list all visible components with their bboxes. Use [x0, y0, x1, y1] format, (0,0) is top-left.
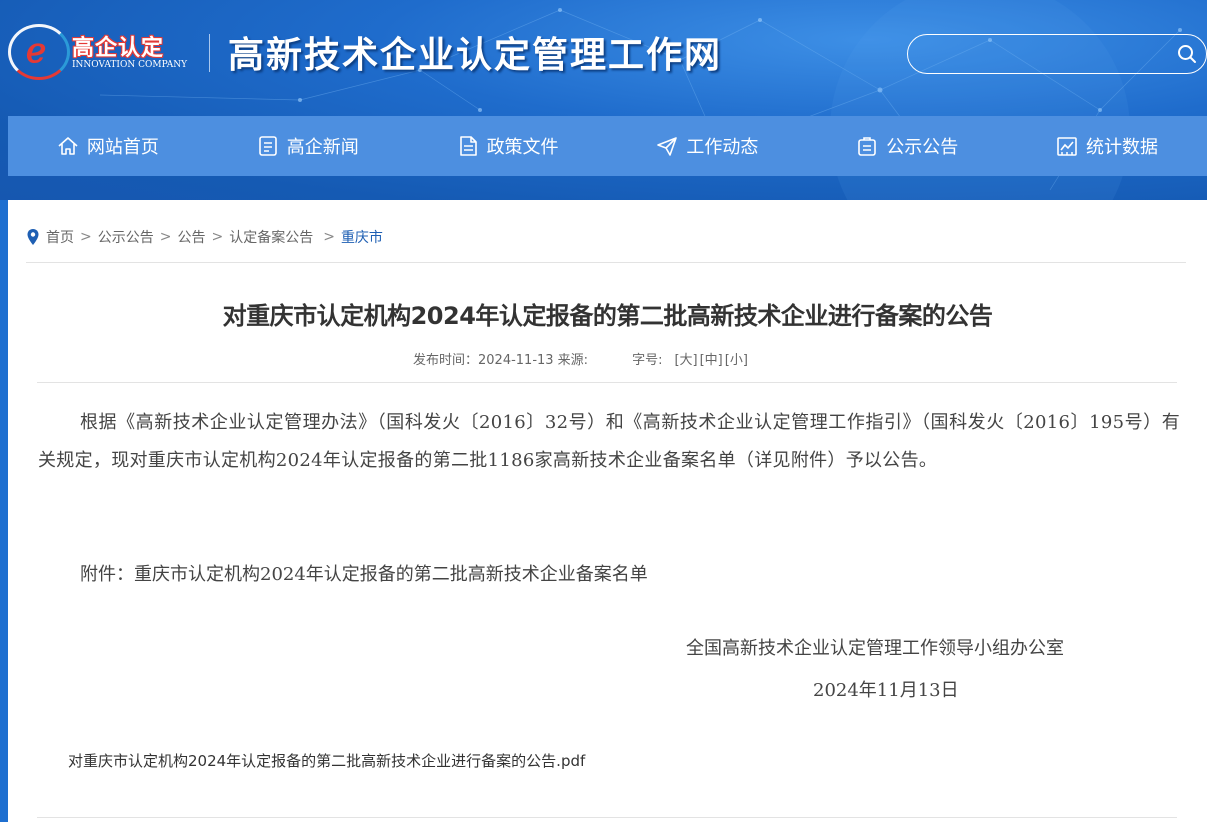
publish-info: 发布时间：2024-11-13 来源:: [413, 352, 589, 368]
attachment-pdf-link[interactable]: 对重庆市认定机构2024年认定报备的第二批高新技术企业进行备案的公告.pdf: [68, 750, 585, 771]
search-icon: [1178, 45, 1196, 63]
document-icon: [459, 136, 477, 156]
nav-item-label: 公示公告: [886, 137, 959, 158]
article-panel: 首页 > 公示公告 > 公告 > 认定备案公告 > 重庆市 对重庆市认定机构20…: [8, 200, 1207, 822]
font-size-large-button[interactable]: [大]: [674, 349, 697, 368]
breadcrumb-home[interactable]: 首页: [46, 227, 74, 247]
nav-item-statistics[interactable]: 统计数据: [1007, 116, 1207, 176]
breadcrumb-separator: >: [159, 229, 172, 245]
article-meta: 发布时间：2024-11-13 来源: 字号: [大] [中] [小]: [413, 348, 748, 368]
breadcrumb-separator: >: [323, 229, 335, 245]
breadcrumb-notices[interactable]: 公示公告: [98, 227, 154, 247]
nav-item-label: 网站首页: [86, 137, 159, 158]
site-title: 高新技术企业认定管理工作网: [228, 35, 723, 76]
article-body: 根据《高新技术企业认定管理办法》（国科发火〔2016〕32号）和《高新技术企业认…: [38, 412, 1180, 471]
breadcrumb-current[interactable]: 重庆市: [341, 227, 383, 247]
divider: [37, 817, 1177, 818]
signer: 全国高新技术企业认定管理工作领导小组办公室: [686, 638, 1064, 659]
nav-item-home[interactable]: 网站首页: [8, 116, 208, 176]
breadcrumb-separator: >: [80, 229, 92, 245]
nav-item-label: 统计数据: [1086, 137, 1159, 158]
font-size-label: 字号:: [632, 352, 663, 368]
nav-item-label: 政策文件: [486, 137, 559, 158]
location-pin-icon: [27, 229, 39, 245]
notice-icon: [858, 137, 877, 156]
article-title: 对重庆市认定机构2024年认定报备的第二批高新技术企业进行备案的公告: [222, 302, 993, 330]
nav-item-policy[interactable]: 政策文件: [408, 116, 608, 176]
logo-text-en: INNOVATION COMPANY: [72, 60, 188, 70]
search-button[interactable]: [1176, 43, 1198, 65]
breadcrumb-separator: >: [211, 229, 224, 245]
sign-date: 2024年11月13日: [813, 680, 959, 701]
header-divider: [209, 34, 210, 72]
nav-item-label: 工作动态: [686, 137, 759, 158]
breadcrumb: 首页 > 公示公告 > 公告 > 认定备案公告 > 重庆市: [26, 226, 383, 248]
font-size-small-button[interactable]: [小]: [725, 349, 748, 368]
search-input[interactable]: [922, 43, 1172, 65]
paper-plane-icon: [657, 137, 678, 156]
breadcrumb-filing-notices[interactable]: 认定备案公告: [229, 227, 313, 247]
home-icon: [58, 137, 78, 155]
breadcrumb-announcements[interactable]: 公告: [177, 227, 205, 247]
attachment-label: 附件：重庆市认定机构2024年认定报备的第二批高新技术企业备案名单: [80, 564, 648, 585]
nav-item-news[interactable]: 高企新闻: [208, 116, 408, 176]
main-nav: 网站首页 高企新闻 政策文件 工作动态 公示公告 统计数据: [8, 116, 1207, 176]
logo-text-cn: 高企认定: [72, 36, 165, 61]
search-box: [907, 34, 1207, 74]
logo[interactable]: ℯ 高企认定 INNOVATION COMPANY: [8, 22, 204, 82]
news-icon: [258, 136, 277, 156]
divider: [37, 382, 1177, 383]
chart-icon: [1057, 137, 1077, 156]
font-size-medium-button[interactable]: [中]: [700, 349, 723, 368]
logo-figure-icon: ℯ: [26, 31, 47, 71]
nav-item-notices[interactable]: 公示公告: [807, 116, 1007, 176]
divider: [26, 262, 1186, 263]
nav-item-label: 高企新闻: [286, 137, 359, 158]
nav-item-work-updates[interactable]: 工作动态: [607, 116, 807, 176]
